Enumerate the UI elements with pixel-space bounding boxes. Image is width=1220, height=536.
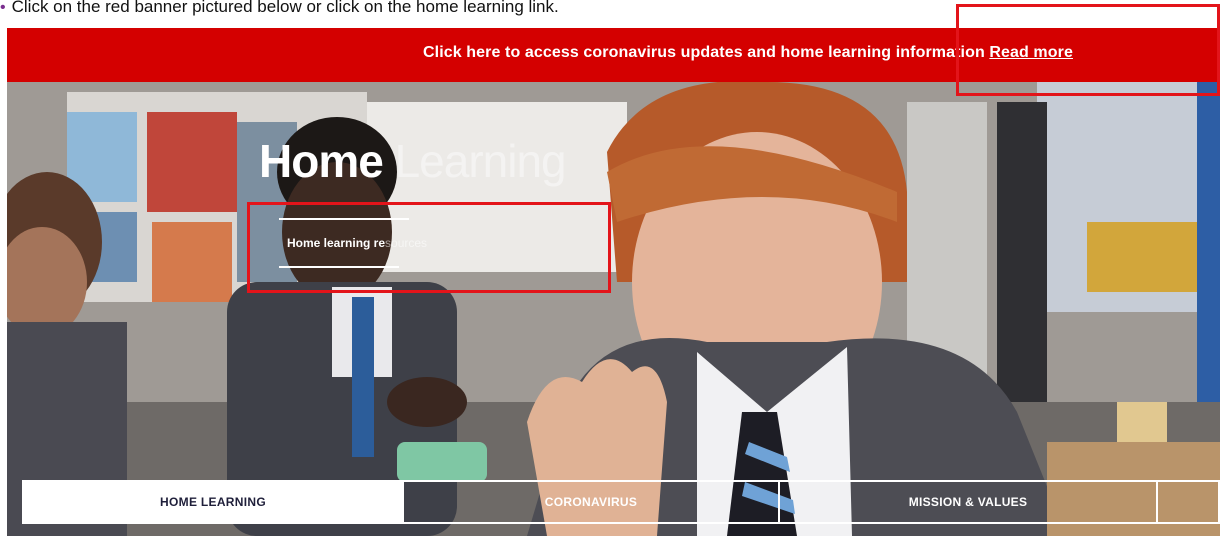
classroom-photo bbox=[7, 82, 1220, 536]
hero-title-faded: Learning bbox=[394, 135, 567, 187]
hero-image: Home Learning Home learning resources bbox=[7, 82, 1220, 536]
section-nav: HOME LEARNING CORONAVIRUS MISSION & VALU… bbox=[22, 480, 1220, 524]
instruction-label: Click on the red banner pictured below o… bbox=[11, 0, 559, 16]
hero-title: Home Learning bbox=[259, 134, 567, 188]
link-highlight-box bbox=[247, 202, 611, 293]
tab-mission-values[interactable]: MISSION & VALUES bbox=[778, 480, 1158, 524]
tab-coronavirus-label: CORONAVIRUS bbox=[544, 495, 638, 509]
bullet-icon: • bbox=[0, 0, 6, 16]
tab-more[interactable] bbox=[1156, 480, 1220, 524]
banner-label: Click here to access coronavirus updates… bbox=[423, 44, 985, 61]
tab-mission-values-label: MISSION & VALUES bbox=[908, 495, 1028, 509]
tab-home-learning-label: HOME LEARNING bbox=[160, 495, 266, 509]
hero-title-main: Home bbox=[259, 135, 384, 187]
banner-highlight-box bbox=[956, 4, 1220, 96]
tab-coronavirus[interactable]: CORONAVIRUS bbox=[402, 480, 780, 524]
tab-home-learning[interactable]: HOME LEARNING bbox=[22, 480, 404, 524]
